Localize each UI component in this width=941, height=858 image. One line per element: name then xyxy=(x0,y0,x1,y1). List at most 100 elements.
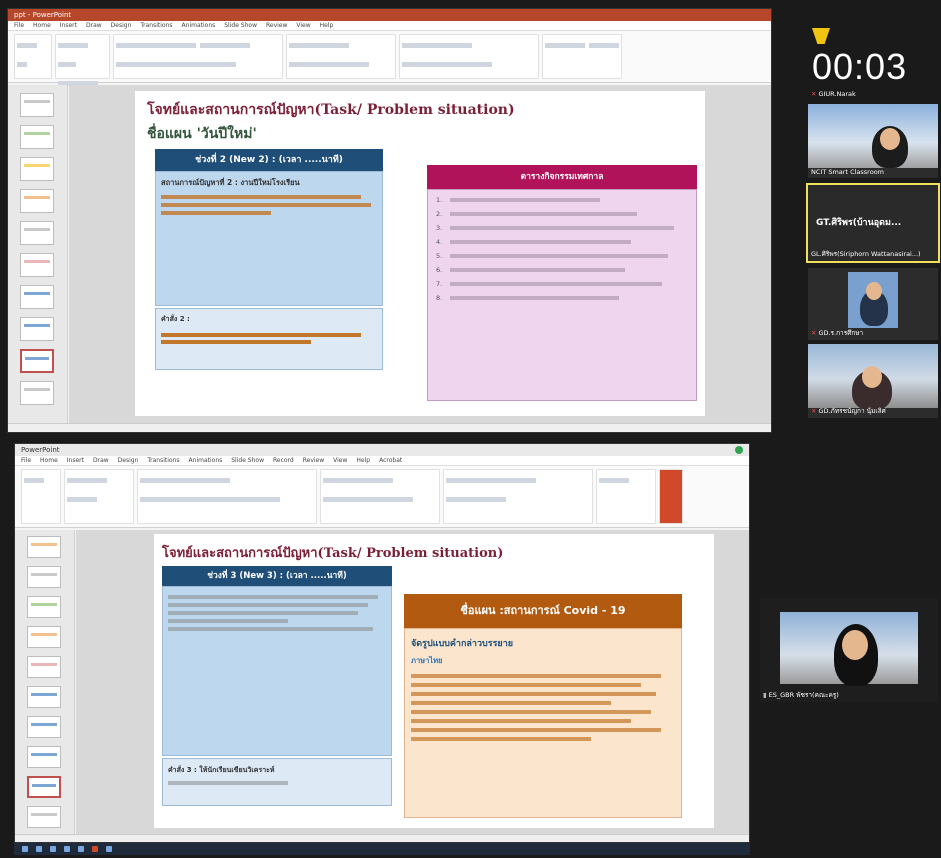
ribbon-editing-group[interactable] xyxy=(596,469,656,524)
bottom-slide[interactable]: โจทย์และสถานการณ์ปัญหา(Task/ Problem sit… xyxy=(154,534,714,828)
participant-tile[interactable]: ✕ GIUR.Narak xyxy=(808,84,938,100)
situation-box xyxy=(162,586,392,756)
menu-tab-help[interactable]: Help xyxy=(320,22,334,29)
menu-tab-file[interactable]: File xyxy=(21,457,31,464)
participant-subname: GL.ศิริพร(Siriphorn Wattanasirai...) xyxy=(811,250,921,258)
participant-name: GIUR.Narak xyxy=(818,90,856,98)
menu-tab-review[interactable]: Review xyxy=(266,22,287,29)
slide-thumb[interactable] xyxy=(20,189,54,213)
slide-thumb[interactable] xyxy=(20,253,54,277)
ribbon-slides-group[interactable] xyxy=(64,469,134,524)
situation-box-header: ช่วงที่ 2 (New 2) : (เวลา .....นาที) xyxy=(155,149,383,171)
slide-thumb-selected[interactable] xyxy=(27,776,61,798)
plan-content: จัดรูปแบบคำกล่าวบรรยาย ภาษาไทย xyxy=(404,628,682,818)
slide-thumb[interactable] xyxy=(27,626,61,648)
participant-tile[interactable]: ✕ GD.ร.การศึกษา xyxy=(808,268,938,340)
list-item: 3. xyxy=(436,224,688,232)
menu-tab-view[interactable]: View xyxy=(333,457,347,464)
menu-tab-design[interactable]: Design xyxy=(111,22,132,29)
list-item-number: 2. xyxy=(436,210,443,218)
top-ribbon xyxy=(8,31,771,86)
record-indicator-icon xyxy=(735,446,743,454)
list-item: 1. xyxy=(436,196,688,204)
browser-icon[interactable] xyxy=(64,846,70,852)
slide-thumb[interactable] xyxy=(27,536,61,558)
top-menubar: File Home Insert Draw Design Transitions Anima… xyxy=(8,21,771,31)
ribbon-slides-group[interactable] xyxy=(55,34,110,86)
menu-tab-review[interactable]: Review xyxy=(303,457,324,464)
search-icon[interactable] xyxy=(36,846,42,852)
ribbon-drawing-group[interactable] xyxy=(443,469,593,524)
folder-icon[interactable] xyxy=(78,846,84,852)
slide-thumb[interactable] xyxy=(27,716,61,738)
plan-content-subtitle: ภาษาไทย xyxy=(411,656,443,665)
ribbon-paragraph-group[interactable] xyxy=(286,34,396,79)
participant-tile[interactable]: ✕ GD.ภัทรชนัญกา นุ้มเลิศ xyxy=(808,344,938,418)
menu-tab-draw[interactable]: Draw xyxy=(86,22,102,29)
menu-tab-home[interactable]: Home xyxy=(40,457,58,464)
menu-tab-home[interactable]: Home xyxy=(33,22,51,29)
ribbon-paragraph-group[interactable] xyxy=(320,469,440,524)
meeting-icon[interactable] xyxy=(106,846,112,852)
menu-tab-record[interactable]: Record xyxy=(273,457,294,464)
slide-thumb[interactable] xyxy=(20,157,54,181)
ribbon-editing-group[interactable] xyxy=(542,34,622,79)
ribbon-clipboard-group[interactable] xyxy=(14,34,52,79)
start-icon[interactable] xyxy=(22,846,28,852)
slide-thumb[interactable] xyxy=(27,686,61,708)
powerpoint-icon[interactable] xyxy=(92,846,98,852)
menu-tab-insert[interactable]: Insert xyxy=(67,457,84,464)
slide-thumb[interactable] xyxy=(20,125,54,149)
slide-thumb[interactable] xyxy=(20,93,54,117)
menu-tab-design[interactable]: Design xyxy=(118,457,139,464)
presenter-tile[interactable]: ▮ ES_GBR พัชรา(คณะครู) xyxy=(760,598,938,702)
list-item-text xyxy=(450,282,663,286)
list-item-number: 3. xyxy=(436,224,443,232)
meeting-timer: 00:03 xyxy=(812,46,907,88)
slide-thumb[interactable] xyxy=(20,317,54,341)
menu-tab-insert[interactable]: Insert xyxy=(60,22,77,29)
menu-tab-transitions[interactable]: Transitions xyxy=(140,22,172,29)
participant-tile-active[interactable]: GT.ศิริพร(บ้านอุดม... GL.ศิริพร(Siriphor… xyxy=(806,183,940,263)
bottom-ribbon xyxy=(15,466,749,528)
plan-content-title: จัดรูปแบบคำกล่าวบรรยาย xyxy=(411,639,514,649)
slide-thumb[interactable] xyxy=(27,596,61,618)
bottom-titlebar: PowerPoint xyxy=(15,444,749,456)
list-item-text xyxy=(450,198,601,202)
menu-tab-view[interactable]: View xyxy=(296,22,310,29)
menu-tab-help[interactable]: Help xyxy=(356,457,370,464)
menu-tab-transitions[interactable]: Transitions xyxy=(147,457,179,464)
menu-tab-file[interactable]: File xyxy=(14,22,24,29)
menu-tab-animations[interactable]: Animations xyxy=(182,22,216,29)
menu-tab-draw[interactable]: Draw xyxy=(93,457,109,464)
slide-thumb[interactable] xyxy=(20,221,54,245)
bottom-shared-screen: PowerPoint File Home Insert Draw Design Trans… xyxy=(14,443,750,843)
slide-thumb[interactable] xyxy=(20,381,54,405)
menu-tab-slide-show[interactable]: Slide Show xyxy=(224,22,257,29)
timer-logo-icon xyxy=(812,28,830,44)
ribbon-font-group[interactable] xyxy=(137,469,317,524)
menu-tab-animations[interactable]: Animations xyxy=(189,457,223,464)
list-item-number: 1. xyxy=(436,196,443,204)
list-item-number: 8. xyxy=(436,294,443,302)
participant-tile[interactable]: NCIT Smart Classroom xyxy=(808,104,938,178)
top-slide[interactable]: โจทย์และสถานการณ์ปัญหา(Task/ Problem sit… xyxy=(135,91,705,416)
menu-tab-slide-show[interactable]: Slide Show xyxy=(231,457,264,464)
slide-thumb[interactable] xyxy=(27,806,61,828)
slide-thumb[interactable] xyxy=(27,566,61,588)
menu-tab-acrobat[interactable]: Acrobat xyxy=(379,457,402,464)
windows-taskbar xyxy=(14,843,750,855)
slide-thumb-selected[interactable] xyxy=(20,349,54,373)
ribbon-font-group[interactable] xyxy=(113,34,283,79)
slide-thumb[interactable] xyxy=(27,746,61,768)
slide-thumb[interactable] xyxy=(20,285,54,309)
slide-title: โจทย์และสถานการณ์ปัญหา(Task/ Problem sit… xyxy=(147,102,515,118)
slide-thumb[interactable] xyxy=(27,656,61,678)
situation-box: สถานการณ์ปัญหาที่ 2 : งานปีใหม่โรงเรียน xyxy=(155,171,383,306)
taskview-icon[interactable] xyxy=(50,846,56,852)
ribbon-drawing-group[interactable] xyxy=(399,34,539,79)
ribbon-clipboard-group[interactable] xyxy=(21,469,61,524)
mic-muted-icon: ✕ xyxy=(811,329,817,337)
ribbon-share-button[interactable] xyxy=(659,469,683,524)
plan-header: ชื่อแผน :สถานการณ์ Covid - 19 xyxy=(404,594,682,628)
